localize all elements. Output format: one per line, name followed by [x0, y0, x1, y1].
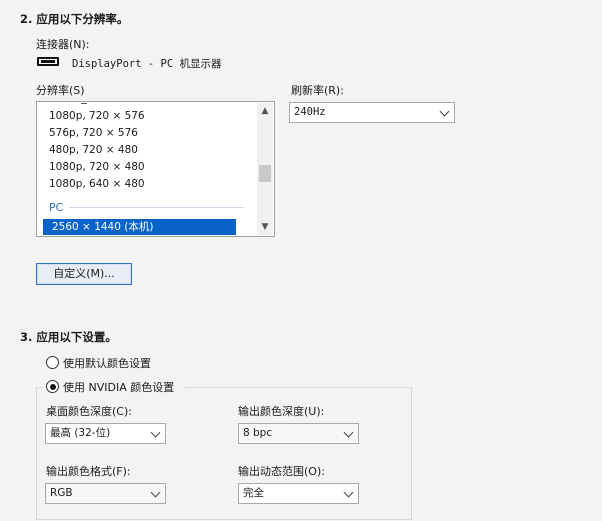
scroll-down-icon[interactable]: ▼: [257, 219, 273, 235]
list-partial-item: [81, 103, 87, 104]
output-color-depth-label: 输出颜色深度(U):: [238, 405, 325, 418]
connector-label: 连接器(N):: [36, 38, 90, 51]
customize-button[interactable]: 自定义(M)...: [36, 263, 132, 285]
resolution-label: 分辨率(S): [36, 84, 85, 97]
refresh-rate-value: 240Hz: [294, 106, 326, 118]
section-3-title: 3. 应用以下设置。: [20, 330, 117, 344]
output-dynamic-range-label: 输出动态范围(O):: [238, 465, 325, 478]
scroll-thumb[interactable]: [259, 165, 271, 182]
section-2-title: 2. 应用以下分辨率。: [20, 12, 129, 26]
output-dynamic-range-dropdown[interactable]: 完全: [238, 483, 359, 504]
chevron-down-icon: [439, 106, 450, 117]
resolution-item[interactable]: 480p, 720 × 480: [49, 142, 138, 159]
resolution-listbox[interactable]: 1080p, 720 × 576 576p, 720 × 576 480p, 7…: [36, 101, 275, 237]
resolution-item[interactable]: 1080p, 640 × 480: [49, 176, 145, 193]
output-dynamic-range-value: 完全: [243, 487, 264, 499]
chevron-down-icon: [150, 487, 161, 498]
desktop-color-depth-value: 最高 (32-位): [50, 427, 111, 439]
output-color-format-dropdown[interactable]: RGB: [45, 483, 166, 504]
desktop-color-depth-label: 桌面颜色深度(C):: [46, 405, 132, 418]
radio-default-colors[interactable]: [46, 356, 59, 369]
output-color-depth-dropdown[interactable]: 8 bpc: [238, 423, 359, 444]
radio-nvidia-label: 使用 NVIDIA 颜色设置: [63, 381, 175, 394]
desktop-color-depth-dropdown[interactable]: 最高 (32-位): [45, 423, 166, 444]
resolution-item-selected[interactable]: 2560 × 1440 (本机): [43, 219, 236, 235]
resolution-item[interactable]: 576p, 720 × 576: [49, 125, 138, 142]
scroll-up-icon[interactable]: ▲: [257, 103, 273, 119]
output-color-format-label: 输出颜色格式(F):: [46, 465, 131, 478]
resolution-item[interactable]: 1080p, 720 × 576: [49, 108, 145, 125]
displayport-monitor-icon: [37, 57, 59, 66]
group-divider: [69, 207, 244, 208]
output-color-format-value: RGB: [50, 487, 73, 499]
refresh-rate-label: 刷新率(R):: [291, 84, 344, 97]
connector-value: DisplayPort - PC 机显示器: [72, 58, 222, 70]
resolution-item[interactable]: 1080p, 720 × 480: [49, 159, 145, 176]
refresh-rate-dropdown[interactable]: 240Hz: [289, 102, 455, 123]
radio-nvidia-colors[interactable]: [46, 380, 59, 393]
radio-default-label: 使用默认颜色设置: [63, 357, 151, 370]
resolution-scrollbar[interactable]: ▲ ▼: [257, 103, 273, 235]
chevron-down-icon: [150, 427, 161, 438]
chevron-down-icon: [343, 427, 354, 438]
output-color-depth-value: 8 bpc: [243, 427, 273, 439]
resolution-group-header: PC: [49, 201, 64, 214]
chevron-down-icon: [343, 487, 354, 498]
